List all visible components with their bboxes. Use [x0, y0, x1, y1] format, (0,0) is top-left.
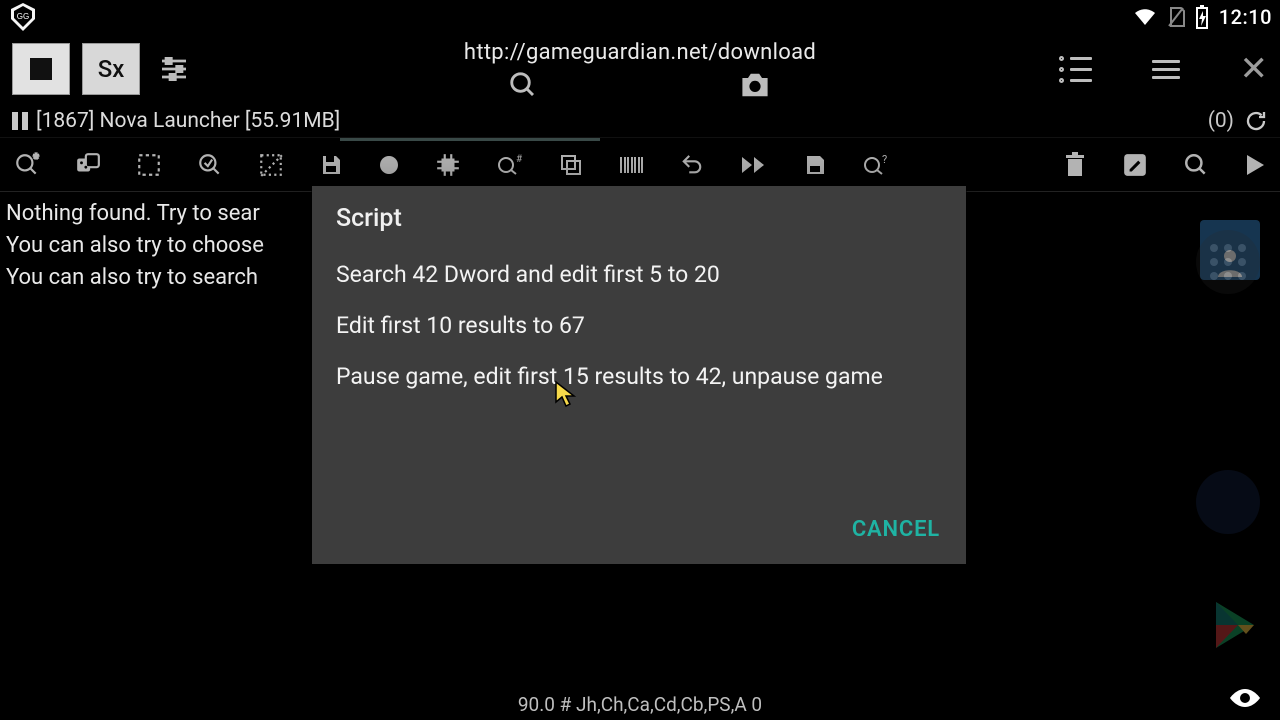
- svg-text:GG: GG: [17, 12, 29, 21]
- result-count: (0): [1208, 109, 1234, 133]
- refresh-icon[interactable]: [1244, 109, 1268, 133]
- dice-icon[interactable]: [75, 152, 101, 178]
- copy-icon[interactable]: [559, 153, 583, 177]
- chip-icon[interactable]: [435, 152, 461, 178]
- search-toolbar-icon[interactable]: [1183, 152, 1209, 178]
- pause-icon[interactable]: [12, 112, 28, 130]
- svg-text:*: *: [34, 152, 39, 165]
- sx-button[interactable]: Sx: [82, 43, 140, 95]
- record-icon[interactable]: [378, 154, 400, 176]
- marquee-icon[interactable]: [258, 152, 284, 178]
- script-option-2[interactable]: Edit first 10 results to 67: [336, 312, 942, 339]
- save-icon[interactable]: [319, 153, 343, 177]
- refine-search-icon[interactable]: [197, 152, 223, 178]
- close-icon[interactable]: ✕: [1240, 52, 1269, 86]
- battery-charging-icon: [1195, 5, 1209, 29]
- help-search-icon[interactable]: ?: [862, 152, 890, 178]
- play-store-icon: [1212, 600, 1258, 650]
- browser-app-icon: [1196, 470, 1260, 534]
- wifi-icon: [1133, 7, 1157, 27]
- app-drawer-icon: [1196, 230, 1260, 294]
- trash-icon[interactable]: [1063, 152, 1087, 178]
- visibility-icon[interactable]: [1228, 686, 1262, 710]
- clock-text: 12:10: [1219, 5, 1272, 29]
- undo-icon[interactable]: [679, 154, 705, 176]
- menu-icon[interactable]: [1152, 60, 1180, 79]
- script-option-1[interactable]: Search 42 Dword and edit first 5 to 20: [336, 261, 942, 288]
- barcode-icon[interactable]: [618, 154, 644, 176]
- stop-button[interactable]: [12, 43, 70, 95]
- select-group-icon[interactable]: [136, 152, 162, 178]
- tool-toolbar: * # ?: [0, 138, 1280, 192]
- svg-text:?: ?: [882, 153, 887, 166]
- settings-sliders-icon[interactable]: [158, 53, 190, 85]
- save-as-icon[interactable]: [803, 153, 827, 177]
- gameguardian-logo-icon: GG: [8, 2, 38, 32]
- search-icon[interactable]: [508, 70, 538, 100]
- no-sim-icon: [1167, 6, 1185, 28]
- camera-icon[interactable]: [738, 71, 772, 99]
- dialog-title: Script: [336, 204, 942, 233]
- process-text: [1867] Nova Launcher [55.91MB]: [36, 109, 340, 133]
- new-search-icon[interactable]: *: [14, 152, 40, 178]
- script-dialog: Script Search 42 Dword and edit first 5 …: [312, 186, 966, 564]
- script-option-3[interactable]: Pause game, edit first 15 results to 42,…: [336, 363, 942, 390]
- fast-forward-icon[interactable]: [740, 154, 768, 176]
- mouse-cursor-icon: [554, 380, 578, 408]
- play-icon[interactable]: [1244, 153, 1266, 177]
- tab-underline: [340, 138, 600, 141]
- url-text: http://gameguardian.net/download: [464, 40, 816, 65]
- edit-icon[interactable]: [1122, 152, 1148, 178]
- list-icon[interactable]: [1059, 56, 1092, 83]
- cancel-button[interactable]: CANCEL: [852, 517, 940, 542]
- number-search-icon[interactable]: #: [496, 152, 524, 178]
- footer-status: 90.0 # Jh,Ch,Ca,Cd,Cb,PS,A 0: [518, 693, 762, 716]
- svg-text:#: #: [516, 154, 523, 165]
